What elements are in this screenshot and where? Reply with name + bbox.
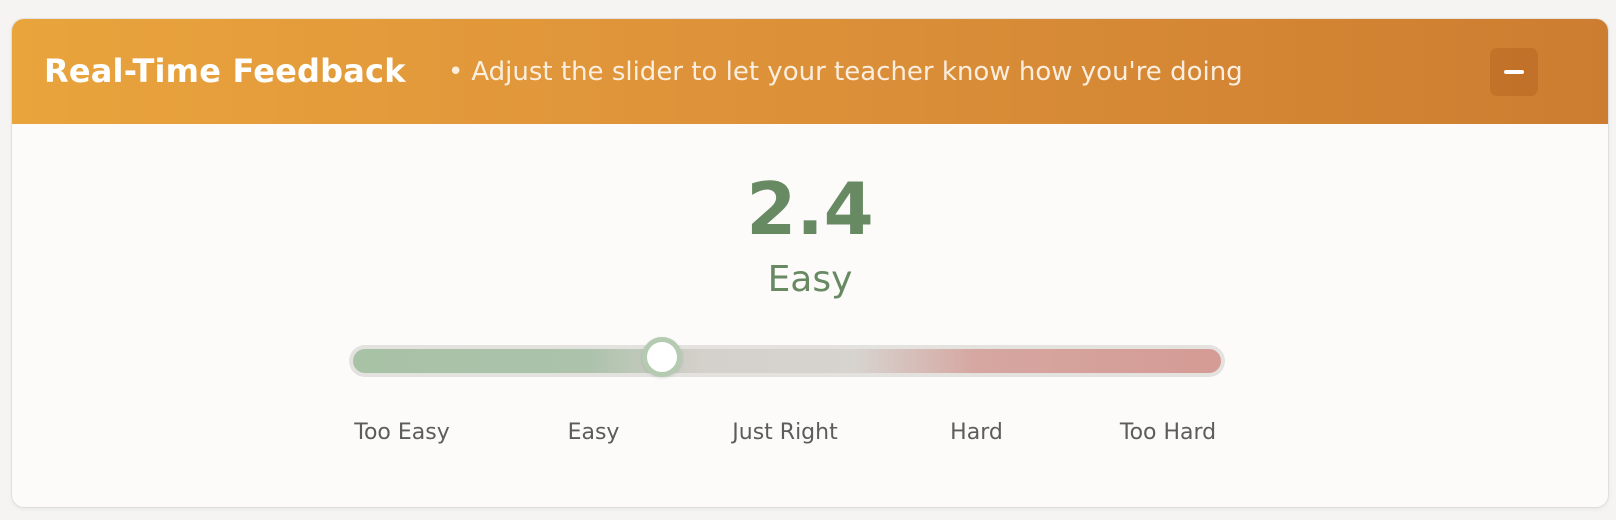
scale-label-easy: Easy xyxy=(567,420,620,445)
slider-gradient-fill xyxy=(353,349,1221,373)
collapse-button[interactable] xyxy=(1490,48,1538,96)
feedback-panel: Real-Time Feedback • Adjust the slider to… xyxy=(12,19,1608,507)
minus-icon xyxy=(1504,70,1524,74)
slider-thumb[interactable] xyxy=(641,337,682,377)
scale-label-too-easy: Too Easy xyxy=(354,420,450,445)
scale-label-hard: Hard xyxy=(950,420,1003,445)
panel-header: Real-Time Feedback • Adjust the slider to… xyxy=(12,19,1608,124)
panel-subtitle: • Adjust the slider to let your teacher k… xyxy=(448,56,1243,88)
feedback-level-label: Easy xyxy=(767,259,853,300)
subtitle-text: Adjust the slider to let your teacher kn… xyxy=(471,57,1243,87)
panel-title: Real-Time Feedback xyxy=(44,52,406,90)
feedback-value: 2.4 xyxy=(746,167,874,251)
scale-label-too-hard: Too Hard xyxy=(1119,420,1217,445)
subtitle-bullet: • xyxy=(448,57,464,87)
difficulty-slider-track[interactable] xyxy=(349,345,1225,377)
scale-label-just-right: Just Right xyxy=(732,420,838,445)
